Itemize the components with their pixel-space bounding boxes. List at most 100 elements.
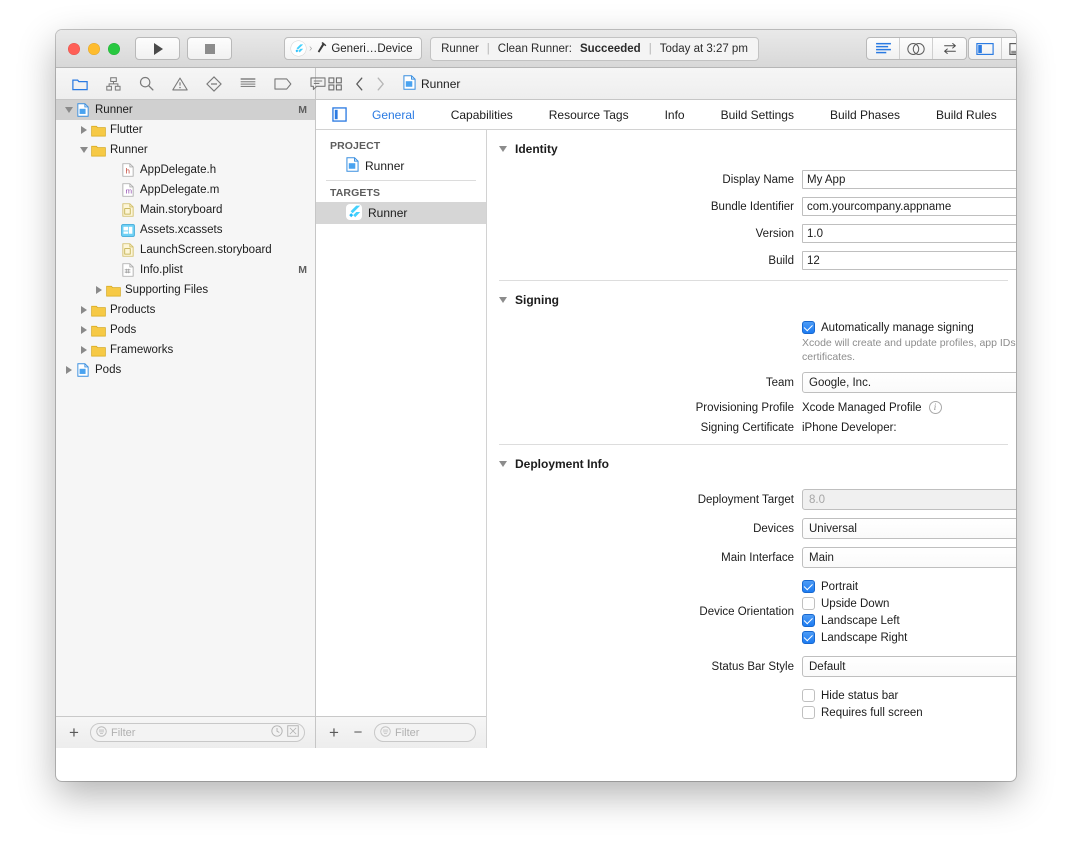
issue-navigator-icon[interactable]	[172, 77, 188, 91]
minimize-window-button[interactable]	[88, 43, 100, 55]
project-list-item[interactable]: Runner	[316, 155, 486, 177]
editor-mode-segmented-control[interactable]	[866, 37, 967, 60]
disclosure-triangle-icon[interactable]	[499, 461, 507, 467]
tab-build-settings[interactable]: Build Settings	[703, 108, 812, 122]
disclosure-triangle-icon[interactable]	[499, 146, 507, 152]
source-control-navigator-icon[interactable]	[106, 77, 121, 91]
requires-full-screen-row[interactable]: Requires full screen	[802, 706, 923, 719]
jumpbar-back-icon[interactable]	[355, 77, 364, 91]
orientation-portrait-checkbox[interactable]	[802, 580, 815, 593]
device-orientation-checkbox-group[interactable]: Portrait Upside Down Landscape Left Landsca…	[802, 580, 907, 644]
find-navigator-icon[interactable]	[139, 76, 154, 91]
navigator-row-launchscreen-storyboard[interactable]: LaunchScreen.storyboard	[56, 240, 315, 260]
project-editor-tabbar[interactable]: GeneralCapabilitiesResource TagsInfoBuil…	[316, 100, 1016, 130]
navigator-row-main-storyboard[interactable]: Main.storyboard	[56, 200, 315, 220]
disclosure-triangle-icon[interactable]	[92, 286, 105, 294]
panel-toggle-segmented-control[interactable]	[968, 37, 1016, 60]
disclosure-triangle-icon[interactable]	[77, 346, 90, 354]
version-input[interactable]: 1.0	[802, 224, 1016, 243]
tab-info[interactable]: Info	[647, 108, 703, 122]
disclosure-triangle-icon[interactable]	[77, 326, 90, 334]
source-control-filter-icon[interactable]	[287, 725, 299, 740]
jumpbar-path[interactable]: Runner	[403, 75, 460, 93]
debug-area-toggle-button[interactable]	[1002, 38, 1016, 59]
orientation-upside-down-checkbox[interactable]	[802, 597, 815, 610]
bundle-identifier-input[interactable]: com.yourcompany.appname	[802, 197, 1016, 216]
team-popup-button[interactable]: Google, Inc.	[802, 372, 1016, 393]
navigator-row-runner[interactable]: RunnerM	[56, 100, 315, 120]
hide-status-bar-checkbox[interactable]	[802, 689, 815, 702]
status-bar-style-popup-button[interactable]: Default	[802, 656, 1016, 677]
disclosure-triangle-icon[interactable]	[77, 126, 90, 134]
orientation-landscape-left-checkbox[interactable]	[802, 614, 815, 627]
tab-resource-tags[interactable]: Resource Tags	[531, 108, 647, 122]
orientation-landscape-left-row[interactable]: Landscape Left	[802, 614, 907, 627]
navigator-row-pods[interactable]: Pods	[56, 360, 315, 380]
navigator-row-appdelegate-m[interactable]: mAppDelegate.m	[56, 180, 315, 200]
orientation-upside-down-row[interactable]: Upside Down	[802, 597, 907, 610]
build-input[interactable]: 12	[802, 251, 1016, 270]
hide-status-bar-row[interactable]: Hide status bar	[802, 689, 923, 702]
targets-filter-field[interactable]: Filter	[374, 723, 476, 742]
breakpoint-navigator-icon[interactable]	[274, 78, 292, 90]
assistant-editor-button[interactable]	[900, 38, 933, 59]
navigator-row-pods[interactable]: Pods	[56, 320, 315, 340]
target-list-item-runner[interactable]: Runner	[316, 202, 486, 224]
orientation-landscape-right-row[interactable]: Landscape Right	[802, 631, 907, 644]
requires-full-screen-checkbox[interactable]	[802, 706, 815, 719]
orientation-landscape-left-label: Landscape Left	[821, 615, 900, 627]
navigator-row-supporting-files[interactable]: Supporting Files	[56, 280, 315, 300]
project-navigator-icon[interactable]	[72, 77, 88, 91]
automatic-signing-checkbox[interactable]	[802, 321, 815, 334]
navigator-row-assets-xcassets[interactable]: Assets.xcassets	[56, 220, 315, 240]
orientation-landscape-right-checkbox[interactable]	[802, 631, 815, 644]
navigator-row-runner[interactable]: Runner	[56, 140, 315, 160]
navigator-row-products[interactable]: Products	[56, 300, 315, 320]
targets-list[interactable]: PROJECT Runner	[316, 130, 486, 716]
navigator-filter-field[interactable]: Filter	[90, 723, 305, 742]
navigator-toggle-button[interactable]	[969, 38, 1002, 59]
jumpbar-forward-icon[interactable]	[376, 77, 385, 91]
disclosure-triangle-icon[interactable]	[62, 107, 75, 113]
remove-target-button[interactable]: −	[350, 725, 366, 740]
recent-files-icon[interactable]	[271, 725, 283, 740]
run-button[interactable]	[135, 37, 180, 60]
disclosure-triangle-icon[interactable]	[77, 147, 90, 153]
project-editor-icon[interactable]	[324, 107, 354, 122]
debug-navigator-icon[interactable]	[240, 77, 256, 90]
close-window-button[interactable]	[68, 43, 80, 55]
navigator-row-frameworks[interactable]: Frameworks	[56, 340, 315, 360]
tab-general[interactable]: General	[354, 108, 433, 122]
deployment-info-section-header[interactable]: Deployment Info	[487, 445, 1016, 477]
stop-button[interactable]	[187, 37, 232, 60]
add-file-button[interactable]: +	[66, 724, 82, 741]
tab-build-rules[interactable]: Build Rules	[918, 108, 1015, 122]
automatic-signing-checkbox-row[interactable]: Automatically manage signing	[802, 321, 1016, 334]
standard-editor-button[interactable]	[867, 38, 900, 59]
info-icon[interactable]: i	[929, 401, 942, 414]
orientation-portrait-row[interactable]: Portrait	[802, 580, 907, 593]
disclosure-triangle-icon[interactable]	[77, 306, 90, 314]
navigator-row-info-plist[interactable]: Info.plistM	[56, 260, 315, 280]
add-target-button[interactable]: +	[326, 724, 342, 741]
tab-build-phases[interactable]: Build Phases	[812, 108, 918, 122]
navigator-tree[interactable]: RunnerMFlutterRunnerhAppDelegate.hmAppDe…	[56, 100, 315, 716]
deployment-target-popup-button[interactable]: 8.0	[802, 489, 1016, 510]
version-editor-button[interactable]	[933, 38, 966, 59]
extra-checkbox-group[interactable]: Hide status bar Requires full screen	[802, 689, 923, 719]
signing-section-header[interactable]: Signing	[487, 281, 1016, 313]
navigator-row-flutter[interactable]: Flutter	[56, 120, 315, 140]
zoom-window-button[interactable]	[108, 43, 120, 55]
related-items-icon[interactable]	[328, 77, 343, 91]
test-navigator-icon[interactable]	[206, 76, 222, 92]
main-interface-popup-button[interactable]: Main	[802, 547, 1016, 568]
tab-capabilities[interactable]: Capabilities	[433, 108, 531, 122]
navigator-row-appdelegate-h[interactable]: hAppDelegate.h	[56, 160, 315, 180]
display-name-input[interactable]: My App	[802, 170, 1016, 189]
disclosure-triangle-icon[interactable]	[499, 297, 507, 303]
navigator-row-label: Info.plist	[140, 264, 294, 276]
disclosure-triangle-icon[interactable]	[62, 366, 75, 374]
identity-section-header[interactable]: Identity	[487, 130, 1016, 162]
devices-popup-button[interactable]: Universal	[802, 518, 1016, 539]
scheme-destination-selector[interactable]: › Generi…Device	[284, 37, 422, 60]
